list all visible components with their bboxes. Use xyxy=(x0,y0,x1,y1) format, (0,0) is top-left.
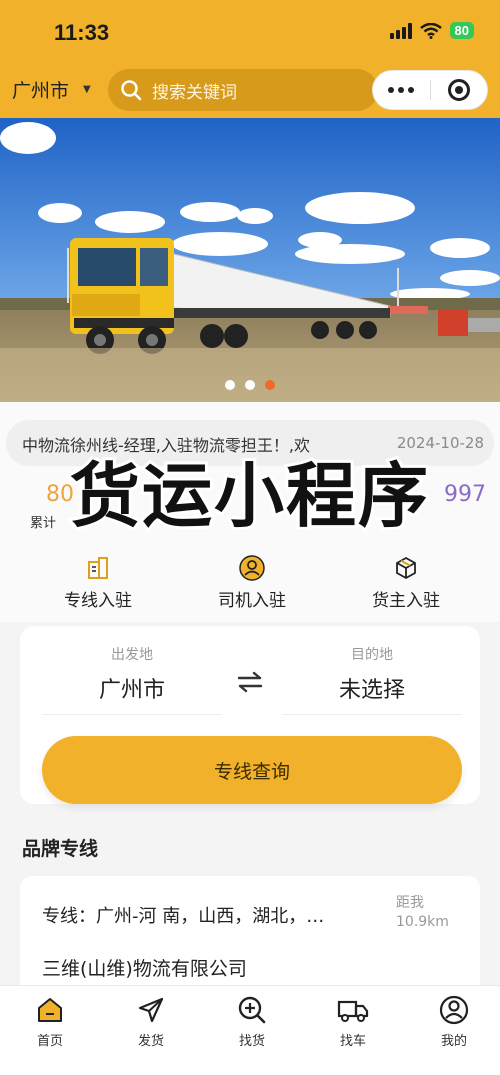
tab-label: 发货 xyxy=(137,1034,164,1049)
company-name: 三维(山维)物流有限公司 xyxy=(42,958,247,980)
wifi-icon xyxy=(419,22,442,39)
tab-label: 首页 xyxy=(36,1034,63,1049)
close-miniprogram-button[interactable] xyxy=(431,71,488,109)
route-search-card: 出发地 广州市 目的地 未选择 专线查询 xyxy=(20,626,480,804)
send-icon xyxy=(135,994,167,1026)
entry-label: 司机入驻 xyxy=(218,591,286,611)
truck-banner-image xyxy=(0,118,500,402)
driver-avatar-icon xyxy=(238,554,266,582)
carousel-pager xyxy=(0,380,500,390)
bottom-tab-bar: 首页 发货 找货 找车 我的 xyxy=(0,985,500,1075)
tab-find-truck[interactable]: 找车 xyxy=(313,994,393,1049)
entry-shipper-join[interactable]: 货主入驻 xyxy=(336,554,476,611)
overlay-title: 货运小程序 xyxy=(67,452,431,540)
city-label: 广州市 xyxy=(12,80,70,102)
stat-value-right: 997 xyxy=(444,482,486,507)
tab-send[interactable]: 发货 xyxy=(111,994,191,1049)
destination-caption: 目的地 xyxy=(351,647,393,663)
pager-dot-active xyxy=(265,380,275,390)
status-time: 11:33 xyxy=(54,20,110,45)
swap-icon xyxy=(237,671,263,693)
city-selector[interactable]: 广州市 ▼ xyxy=(12,76,91,103)
building-icon xyxy=(84,554,112,582)
brand-section-title: 品牌专线 xyxy=(22,838,99,860)
truck-icon xyxy=(337,994,369,1026)
pager-dot xyxy=(245,380,255,390)
tab-label: 我的 xyxy=(440,1034,467,1049)
search-goods-icon xyxy=(236,994,268,1026)
destination-selector[interactable]: 目的地 未选择 xyxy=(282,644,462,715)
battery-icon: 80 xyxy=(449,22,474,39)
status-bar: 11:33 80 xyxy=(0,0,500,62)
box-icon xyxy=(392,554,420,582)
miniprogram-capsule xyxy=(372,70,488,110)
distance-value: 10.9km xyxy=(396,914,449,930)
banner-carousel[interactable] xyxy=(0,118,500,402)
caret-down-icon: ▼ xyxy=(83,84,91,95)
swap-button[interactable] xyxy=(232,664,268,700)
entry-line-join[interactable]: 专线入驻 xyxy=(28,554,168,611)
entry-label: 专线入驻 xyxy=(64,591,132,611)
home-icon xyxy=(34,994,66,1026)
tab-find-goods[interactable]: 找货 xyxy=(212,994,292,1049)
brand-route-text: 专线：广州-河 南，山西，湖北，… xyxy=(42,906,325,927)
pager-dot xyxy=(225,380,235,390)
destination-value: 未选择 xyxy=(282,672,462,715)
status-icons: 80 xyxy=(389,22,474,39)
origin-selector[interactable]: 出发地 广州市 xyxy=(42,644,222,715)
more-dots-icon xyxy=(388,87,415,93)
origin-value: 广州市 xyxy=(42,672,222,715)
distance-caption: 距我 xyxy=(396,895,424,911)
top-bar: 广州市 ▼ 搜索关键词 xyxy=(0,62,500,118)
origin-caption: 出发地 xyxy=(111,647,153,663)
search-icon xyxy=(121,80,142,101)
search-input[interactable]: 搜索关键词 xyxy=(108,69,378,111)
entry-row: 专线入驻 司机入驻 货主入驻 xyxy=(0,532,500,622)
line-query-button[interactable]: 专线查询 xyxy=(42,736,462,804)
entry-label: 货主入驻 xyxy=(372,591,440,611)
tab-label: 找货 xyxy=(238,1034,265,1049)
tab-profile[interactable]: 我的 xyxy=(414,994,494,1049)
more-menu-button[interactable] xyxy=(373,71,430,109)
entry-driver-join[interactable]: 司机入驻 xyxy=(182,554,322,611)
search-placeholder: 搜索关键词 xyxy=(152,82,237,103)
target-icon xyxy=(447,79,470,101)
tab-label: 找车 xyxy=(339,1034,366,1049)
profile-icon xyxy=(438,994,470,1026)
signal-icon xyxy=(389,22,412,39)
tab-home[interactable]: 首页 xyxy=(10,994,90,1049)
